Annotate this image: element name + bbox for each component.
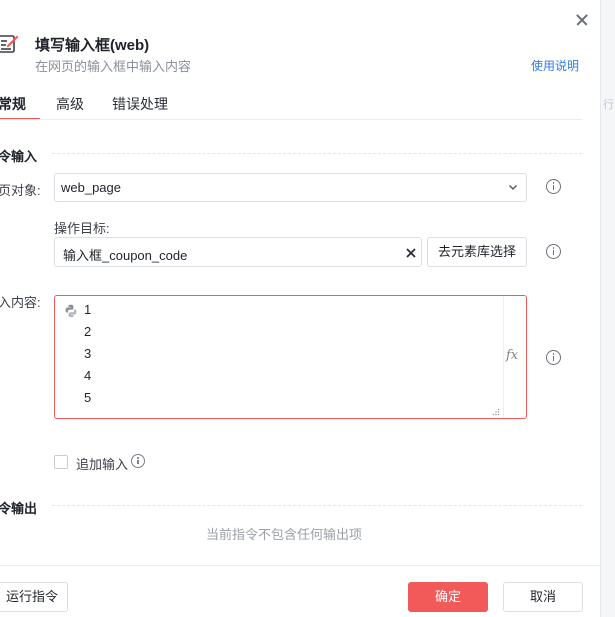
- target-value: 输入框_coupon_code: [63, 248, 188, 263]
- content-label: 入内容:: [0, 295, 41, 310]
- page-object-label: 页对象:: [0, 183, 41, 198]
- editor-line: 3: [84, 346, 92, 361]
- content-editor[interactable]: 1 2 3 4 5 fx: [54, 295, 527, 419]
- dialog: 填写输入框(web) 在网页的输入框中输入内容 使用说明 常规 高级 错误处理 …: [0, 0, 600, 617]
- confirm-button[interactable]: 确定: [408, 582, 488, 612]
- content-info-icon[interactable]: [546, 350, 561, 365]
- page-object-select[interactable]: web_page: [54, 173, 527, 202]
- cancel-button[interactable]: 取消: [503, 582, 583, 612]
- edit-form-icon: [0, 35, 19, 53]
- empty-output-text: 当前指令不包含任何输出项: [205, 527, 362, 542]
- python-icon: [65, 304, 77, 318]
- target-label: 操作目标:: [54, 221, 110, 236]
- divider: [0, 119, 582, 120]
- target-input[interactable]: 输入框_coupon_code: [54, 237, 422, 267]
- editor-line: 5: [84, 390, 92, 405]
- editor-line: 2: [84, 324, 92, 339]
- page-object-value: web_page: [61, 180, 121, 195]
- output-section-title: 令输出: [0, 501, 38, 516]
- run-command-button[interactable]: 运行指令: [0, 582, 68, 612]
- section-divider: [52, 505, 582, 506]
- close-icon[interactable]: [572, 10, 592, 30]
- clear-icon[interactable]: [405, 247, 417, 259]
- target-info-icon[interactable]: [546, 244, 561, 259]
- footer-divider: [0, 565, 600, 566]
- function-icon[interactable]: fx: [506, 348, 518, 363]
- tab-advanced[interactable]: 高级: [56, 94, 84, 114]
- append-input-checkbox[interactable]: [54, 455, 68, 469]
- page-object-info-icon[interactable]: [546, 179, 561, 194]
- chevron-down-icon: [509, 185, 517, 190]
- tab-general[interactable]: 常规: [0, 94, 26, 114]
- editor-line: 4: [84, 368, 92, 383]
- section-divider: [52, 153, 582, 154]
- dialog-title: 填写输入框(web): [35, 37, 150, 54]
- background-text: 行文: [603, 99, 615, 111]
- background-panel-edge: 行文: [600, 0, 615, 617]
- editor-line: 1: [84, 302, 92, 317]
- resize-handle-icon[interactable]: [492, 408, 500, 416]
- tab-error-handling[interactable]: 错误处理: [112, 94, 168, 114]
- append-info-icon[interactable]: [131, 454, 145, 468]
- input-section-title: 令输入: [0, 149, 38, 164]
- element-library-button[interactable]: 去元素库选择: [427, 237, 527, 267]
- help-link[interactable]: 使用说明: [531, 57, 579, 74]
- append-input-label[interactable]: 追加输入: [76, 454, 128, 473]
- dialog-subtitle: 在网页的输入框中输入内容: [35, 59, 192, 74]
